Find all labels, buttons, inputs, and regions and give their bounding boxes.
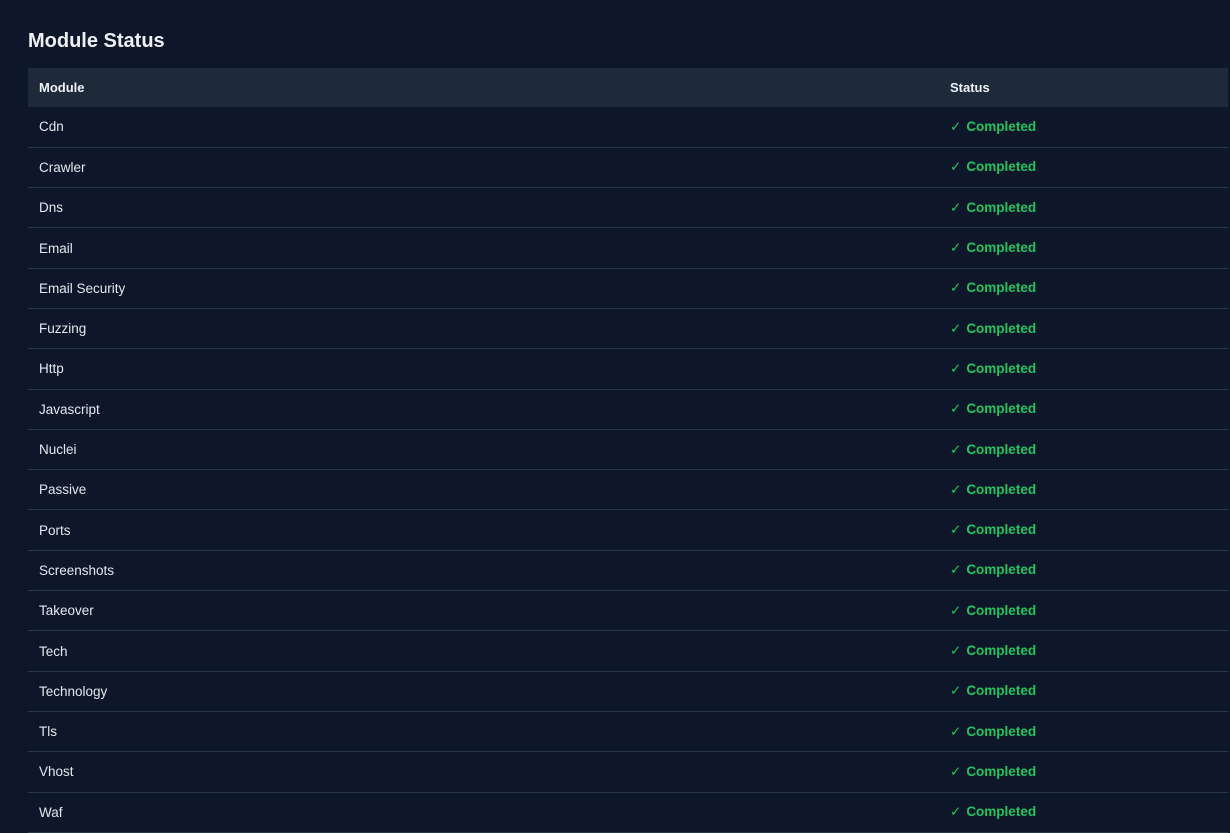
table-row: Takeover ✓ Completed [28,591,1228,631]
status-cell: ✓ Completed [939,107,1228,147]
table-row: Screenshots ✓ Completed [28,550,1228,591]
module-name: Cdn [39,119,64,135]
column-header-module: Module [39,80,85,95]
module-name: Fuzzing [39,321,87,337]
check-icon: ✓ [950,763,962,779]
module-name: Email Security [39,280,126,296]
check-icon: ✓ [950,723,962,739]
check-icon: ✓ [950,199,962,215]
check-icon: ✓ [950,280,962,296]
module-name: Technology [39,683,108,699]
status-badge: Completed [966,320,1037,336]
check-icon: ✓ [950,118,962,134]
check-icon: ✓ [950,643,962,658]
status-cell: ✓ Completed [939,429,1228,469]
status-badge: Completed [966,522,1037,538]
status-badge: Completed [966,199,1037,215]
table-row: Email ✓ Completed [28,228,1228,269]
status-badge: Completed [966,804,1037,820]
module-name: Javascript [39,401,100,417]
status-badge: Completed [966,562,1037,578]
module-name: Screenshots [39,562,115,578]
module-name: Tech [39,643,68,659]
status-cell: ✓ Completed [939,349,1228,389]
module-name: Http [39,361,64,377]
module-name: Passive [39,482,87,498]
table-row: Fuzzing ✓ Completed [28,308,1228,349]
check-icon: ✓ [950,562,962,578]
table-row: Vhost ✓ Completed [28,752,1228,793]
check-icon: ✓ [950,683,962,699]
status-badge: Completed [966,643,1037,658]
status-badge: Completed [966,280,1037,296]
check-icon: ✓ [950,481,962,497]
table-header-row: Module Status [28,68,1228,107]
module-name: Takeover [39,603,94,619]
check-icon: ✓ [950,240,962,256]
status-cell: ✓ Completed [939,792,1228,832]
table-row: Nuclei ✓ Completed [28,429,1228,470]
status-cell: ✓ Completed [939,631,1228,671]
module-name: Crawler [39,159,86,175]
check-icon: ✓ [950,522,962,538]
module-status-table: Module Status Cdn ✓ Completed Crawler ✓ Compl… [28,68,1228,833]
section-title: Module Status [28,30,165,52]
table-row: Http ✓ Completed [28,349,1228,390]
module-name: Email [39,240,73,256]
check-icon: ✓ [950,360,962,376]
table-row: Javascript ✓ Completed [28,389,1228,430]
status-badge: Completed [966,763,1037,779]
table-row: Dns ✓ Completed [28,188,1228,228]
status-cell: ✓ Completed [939,389,1228,429]
status-badge: Completed [966,360,1037,376]
status-cell: ✓ Completed [939,711,1228,751]
status-badge: Completed [966,683,1037,699]
table-row: Tls ✓ Completed [28,711,1228,752]
status-badge: Completed [966,481,1037,497]
check-icon: ✓ [950,159,962,175]
module-name: Tls [39,724,57,740]
module-name: Waf [39,804,63,820]
check-icon: ✓ [950,401,962,417]
status-cell: ✓ Completed [939,188,1228,228]
check-icon: ✓ [950,602,962,618]
module-name: Nuclei [39,442,77,458]
status-cell: ✓ Completed [939,510,1228,550]
status-badge: Completed [966,602,1037,618]
status-cell: ✓ Completed [939,591,1228,631]
column-header-status: Status [950,80,990,95]
status-cell: ✓ Completed [939,228,1228,268]
table-row: Ports ✓ Completed [28,510,1228,551]
table-body: Cdn ✓ Completed Crawler ✓ Completed Dns ✓ Comple… [28,107,1228,833]
table-row: Cdn ✓ Completed [28,107,1228,148]
status-cell: ✓ Completed [939,550,1228,590]
status-badge: Completed [966,240,1037,256]
check-icon: ✓ [950,320,962,336]
status-cell: ✓ Completed [939,308,1228,348]
module-name: Ports [39,522,71,538]
status-badge: Completed [966,118,1037,134]
status-cell: ✓ Completed [939,268,1228,308]
table-row: Email Security ✓ Completed [28,268,1228,309]
module-name: Vhost [39,764,74,780]
check-icon: ✓ [950,804,962,820]
table-row: Waf ✓ Completed [28,792,1228,833]
status-badge: Completed [966,723,1037,739]
status-cell: ✓ Completed [939,752,1228,792]
module-status-page: Module Status Module Status Cdn ✓ Complete… [0,0,1230,833]
status-badge: Completed [966,401,1037,417]
status-cell: ✓ Completed [939,470,1228,510]
check-icon: ✓ [950,441,962,457]
status-cell: ✓ Completed [939,671,1228,711]
table-row: Crawler ✓ Completed [28,147,1228,188]
status-cell: ✓ Completed [939,147,1228,187]
table-row: Technology ✓ Completed [28,671,1228,712]
status-badge: Completed [966,159,1037,175]
table-row: Tech ✓ Completed [28,631,1228,672]
table-row: Passive ✓ Completed [28,470,1228,510]
module-name: Dns [39,200,64,216]
status-badge: Completed [966,441,1037,457]
